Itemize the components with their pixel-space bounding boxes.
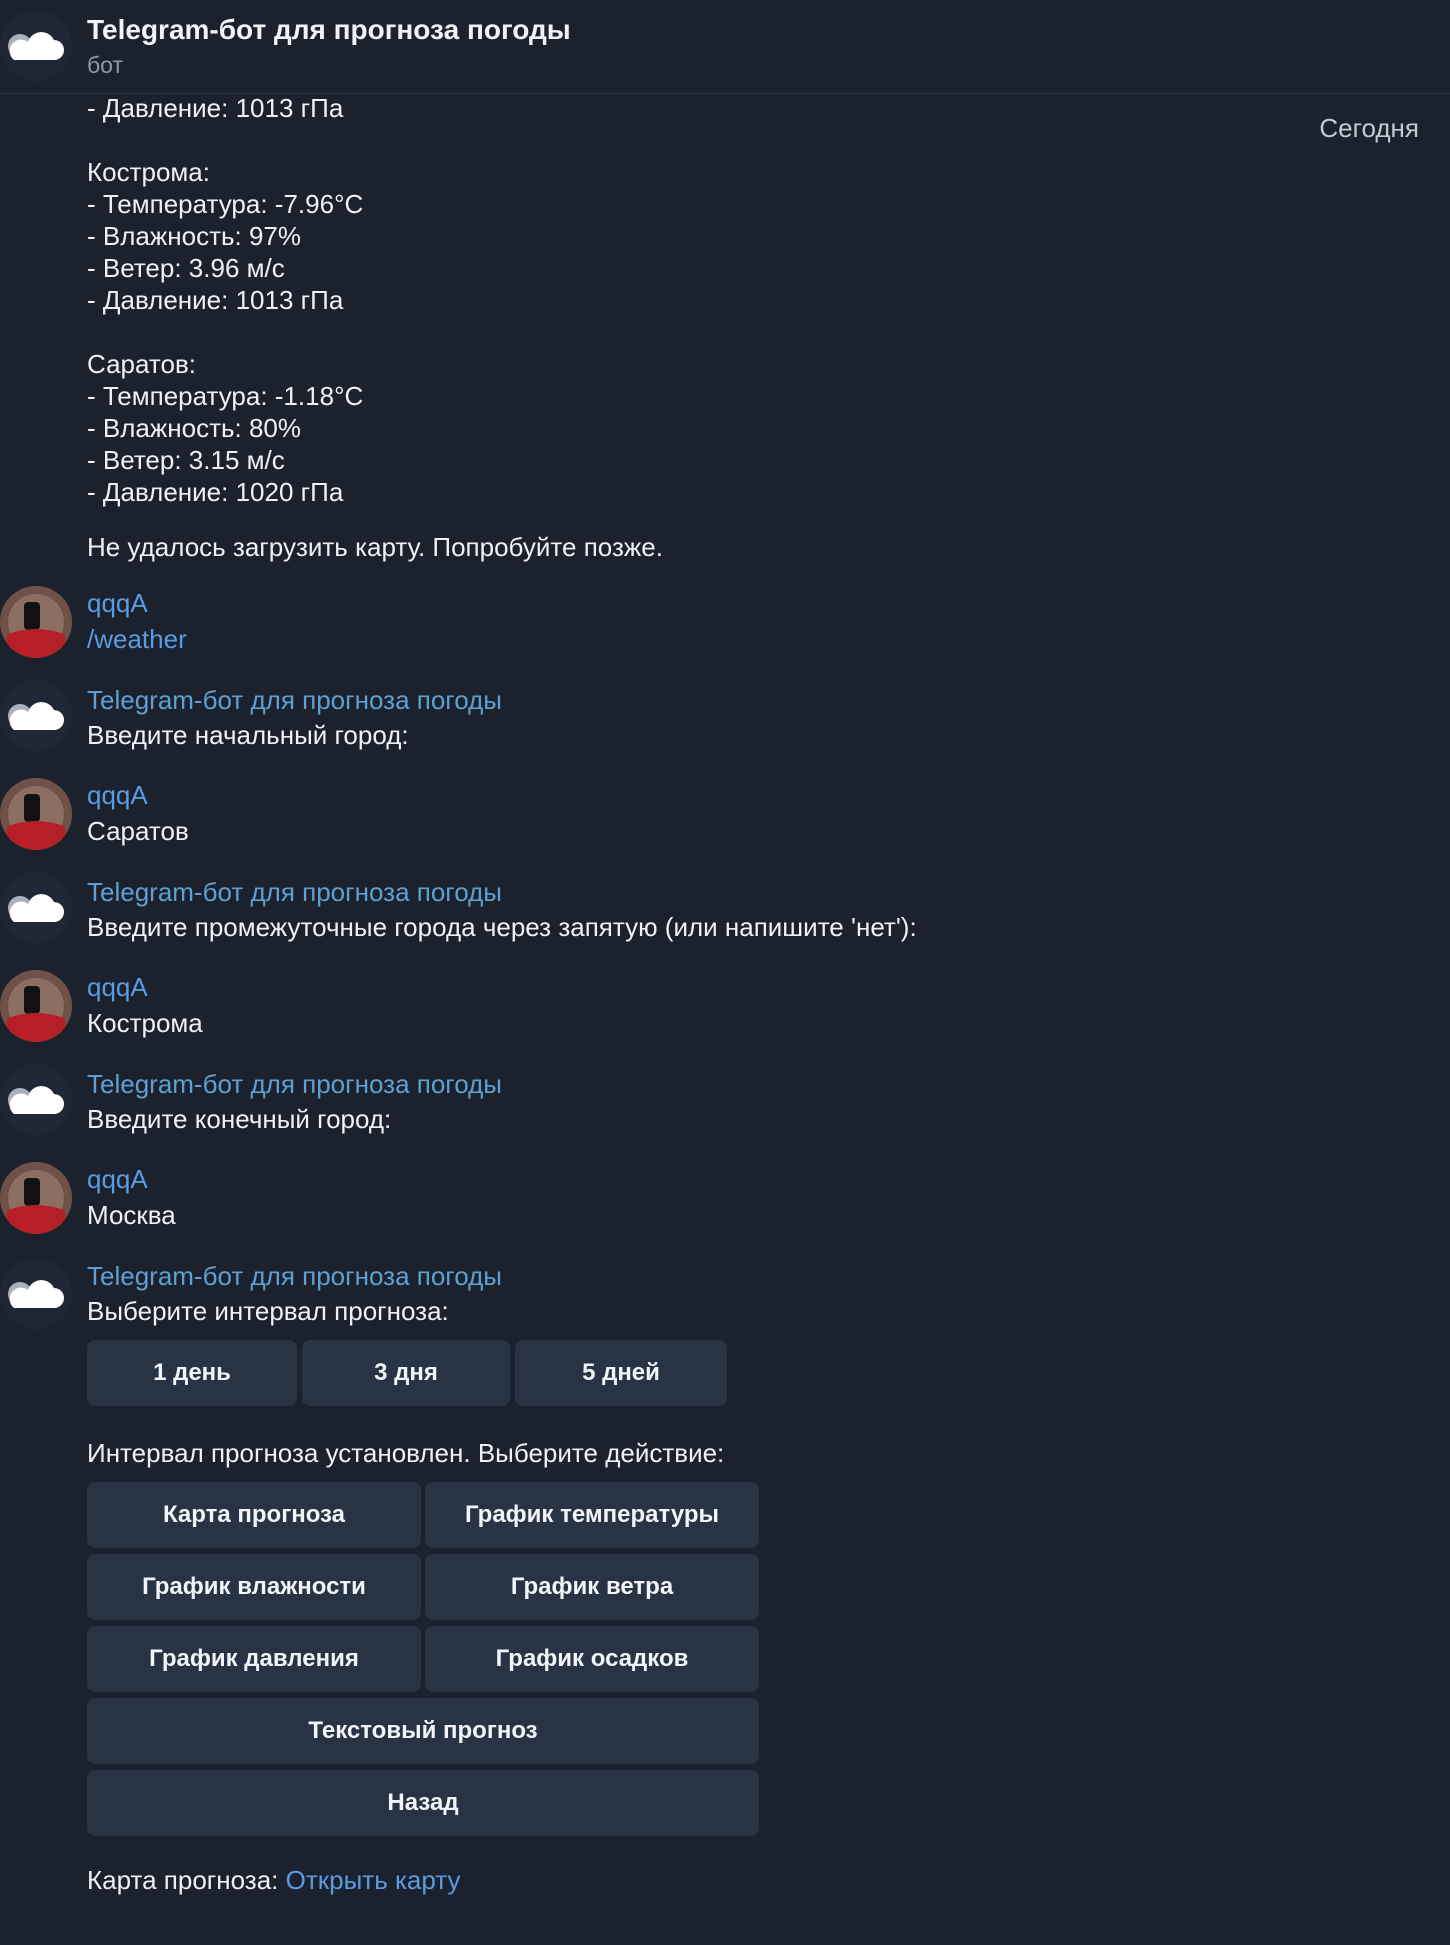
user-avatar[interactable] (0, 586, 72, 658)
message-author[interactable]: qqqA (87, 1164, 148, 1195)
weather-line: - Ветер: 3.96 м/с (87, 253, 285, 283)
message-text: Выберите интервал прогноза: (87, 1296, 449, 1326)
weather-line: - Ветер: 3.15 м/с (87, 445, 285, 475)
message-text: Кострома (87, 1008, 203, 1038)
text-forecast-button[interactable]: Текстовый прогноз (87, 1698, 759, 1764)
weather-line: - Влажность: 80% (87, 413, 302, 443)
temperature-chart-button[interactable]: График температуры (425, 1482, 759, 1548)
wind-chart-button[interactable]: График ветра (425, 1554, 759, 1620)
humidity-chart-button[interactable]: График влажности (87, 1554, 421, 1620)
message-author[interactable]: qqqA (87, 780, 148, 811)
message-text: Саратов (87, 816, 189, 846)
weather-line: - Давление: 1013 гПа (87, 93, 344, 123)
open-map-link[interactable]: Открыть карту (286, 1865, 461, 1895)
map-message: Карта прогноза: Открыть карту (87, 1865, 460, 1896)
weather-line: - Давление: 1020 гПа (87, 477, 344, 507)
cloud-icon (0, 1064, 72, 1136)
command-link[interactable]: /weather (87, 624, 187, 655)
weather-line: - Давление: 1013 гПа (87, 285, 344, 315)
user-photo-icon (0, 586, 72, 658)
chat-title[interactable]: Telegram-бот для прогноза погоды (87, 14, 571, 46)
bot-avatar[interactable] (0, 680, 72, 752)
message-author[interactable]: qqqA (87, 972, 148, 1003)
precipitation-chart-button[interactable]: График осадков (425, 1626, 759, 1692)
cloud-icon (0, 680, 72, 752)
bot-avatar[interactable] (0, 10, 72, 82)
user-photo-icon (0, 778, 72, 850)
message-text: Введите конечный город: (87, 1104, 392, 1134)
interval-button-3-days[interactable]: 3 дня (302, 1340, 510, 1406)
cloud-icon (0, 10, 72, 82)
bot-avatar[interactable] (0, 872, 72, 944)
weather-line: - Влажность: 97% (87, 221, 302, 251)
bot-avatar[interactable] (0, 1064, 72, 1136)
message-author[interactable]: Telegram-бот для прогноза погоды (87, 1261, 502, 1292)
message-author[interactable]: qqqA (87, 588, 148, 619)
user-photo-icon (0, 970, 72, 1042)
user-photo-icon (0, 1162, 72, 1234)
bot-avatar[interactable] (0, 1258, 72, 1330)
city-title: Кострома: (87, 157, 210, 187)
interval-button-5-days[interactable]: 5 дней (515, 1340, 727, 1406)
interval-button-1-day[interactable]: 1 день (87, 1340, 297, 1406)
user-avatar[interactable] (0, 970, 72, 1042)
user-avatar[interactable] (0, 778, 72, 850)
action-prompt: Интервал прогноза установлен. Выберите д… (87, 1438, 725, 1468)
forecast-map-button[interactable]: Карта прогноза (87, 1482, 421, 1548)
pressure-chart-button[interactable]: График давления (87, 1626, 421, 1692)
message-text: Введите промежуточные города через запят… (87, 912, 917, 942)
chat-header: Telegram-бот для прогноза погоды бот (0, 0, 1450, 94)
message-text: Москва (87, 1200, 176, 1230)
user-avatar[interactable] (0, 1162, 72, 1234)
weather-line: - Температура: -7.96°C (87, 189, 364, 219)
message-author[interactable]: Telegram-бот для прогноза погоды (87, 685, 502, 716)
back-button[interactable]: Назад (87, 1770, 759, 1836)
chat-subtitle: бот (87, 52, 123, 78)
cloud-icon (0, 872, 72, 944)
message-author[interactable]: Telegram-бот для прогноза погоды (87, 877, 502, 908)
city-title: Саратов: (87, 349, 196, 379)
date-label: Сегодня (1319, 113, 1419, 143)
cloud-icon (0, 1258, 72, 1330)
map-error-message: Не удалось загрузить карту. Попробуйте п… (87, 532, 663, 562)
map-message-prefix: Карта прогноза: (87, 1865, 286, 1895)
weather-line: - Температура: -1.18°C (87, 381, 364, 411)
message-text: Введите начальный город: (87, 720, 409, 750)
message-author[interactable]: Telegram-бот для прогноза погоды (87, 1069, 502, 1100)
